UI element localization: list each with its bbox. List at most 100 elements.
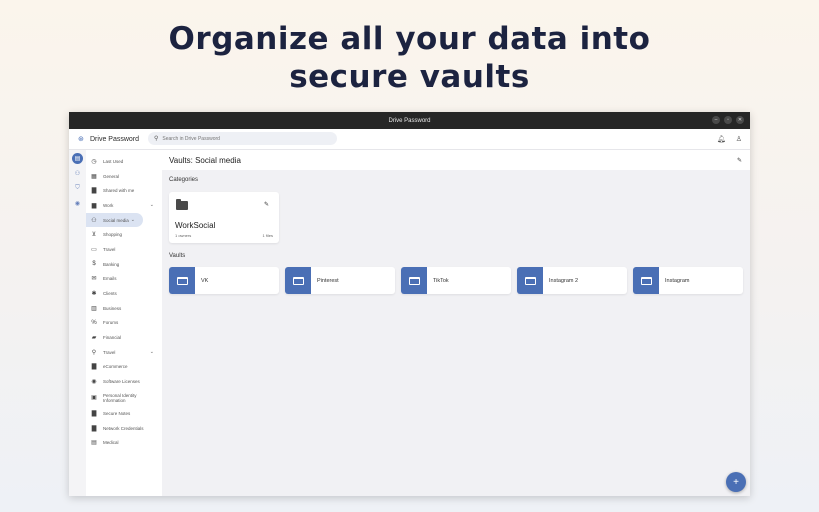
sidebar-item-personal-identity-information[interactable]: ▣ Personal Identity Information — [86, 389, 162, 406]
app-logo-icon: ⊛ — [78, 135, 84, 143]
vault-name: Pinterest — [317, 277, 339, 284]
vault-name: Instagram 2 — [549, 277, 579, 284]
window-title: Drive Password — [388, 117, 431, 124]
vault-icon — [285, 267, 311, 294]
sidebar-item-label: Business — [103, 305, 122, 311]
sidebar-item-label: Travel — [103, 246, 116, 252]
sidebar-item-label: Social media — [103, 217, 129, 223]
sidebar-item-shared-with-me[interactable]: ▇ Shared with me — [86, 183, 162, 198]
vault-icon — [401, 267, 427, 294]
chevron-down-icon[interactable]: ⌄ — [150, 202, 154, 208]
rail-shield-icon[interactable]: ⛉ — [72, 183, 83, 194]
vault-card[interactable]: VK — [169, 267, 279, 294]
sidebar-item-medical[interactable]: ▤ Medical — [86, 435, 162, 450]
chevron-down-icon[interactable]: ⌄ — [150, 349, 154, 355]
vault-name: Instagram — [665, 277, 690, 284]
main-content: Vaults: Social media ✎ Categories ✎ Work… — [162, 150, 750, 496]
sidebar-item-label: Software Licenses — [103, 379, 140, 385]
account-icon[interactable]: ♙ — [736, 135, 742, 143]
sidebar-item-network-credentials[interactable]: ▇ Network Credentials — [86, 421, 162, 436]
category-name: WorkSocial — [175, 221, 216, 230]
vault-card[interactable]: Pinterest — [285, 267, 395, 294]
sidebar-item-travel[interactable]: ⚲ Travel ⌄ — [86, 345, 162, 360]
lock-icon: ▰ — [91, 335, 97, 342]
sidebar-item-label: Medical — [103, 440, 119, 446]
email-icon: ✉ — [91, 276, 97, 283]
sidebar-item-ecommerce[interactable]: ▇ eCommerce — [86, 360, 162, 375]
sidebar-item-emails[interactable]: ✉ Emails — [86, 272, 162, 287]
app-name: Drive Password — [90, 135, 140, 143]
folder-icon: ▇ — [91, 410, 97, 417]
sidebar-item-banking[interactable]: $ Banking — [86, 257, 162, 272]
search-input[interactable] — [162, 135, 323, 142]
chevron-down-icon[interactable]: ⌄ — [131, 217, 135, 223]
folder-icon: ▇ — [91, 425, 97, 432]
car-icon: ▭ — [91, 246, 97, 253]
percent-icon: % — [91, 319, 97, 326]
people-icon: ⚇ — [91, 217, 97, 224]
vault-card[interactable]: Instagram — [633, 267, 743, 294]
cart-icon: ⊻ — [91, 232, 97, 239]
bell-icon[interactable]: 🔔︎ — [717, 135, 726, 143]
sidebar-item-label: Financial — [103, 335, 122, 341]
headline-line-2: secure vaults — [289, 59, 530, 95]
close-button[interactable]: ✕ — [736, 116, 744, 124]
appbar-actions: 🔔︎ ♙ — [717, 135, 742, 143]
headline-line-1: Organize all your data into — [168, 21, 651, 57]
folder-icon: ▇ — [91, 364, 97, 371]
folder-icon — [176, 199, 188, 210]
sidebar-item-business[interactable]: ▥ Business — [86, 301, 162, 316]
briefcase-icon: ▆ — [91, 202, 97, 209]
sidebar-item-financial[interactable]: ▰ Financial — [86, 330, 162, 345]
shared-folder-icon: ▇ — [91, 188, 97, 195]
sidebar-item-label: Emails — [103, 276, 117, 282]
vault-icon — [633, 267, 659, 294]
vault-card[interactable]: TikTok — [401, 267, 511, 294]
sidebar-item-label: Shared with me — [103, 188, 135, 194]
window-titlebar: Drive Password – ▫ ✕ — [69, 112, 750, 129]
vault-card[interactable]: Instagram 2 — [517, 267, 627, 294]
sidebar-item-label: Personal Identity Information — [103, 392, 137, 403]
maximize-button[interactable]: ▫ — [724, 116, 732, 124]
category-card[interactable]: ✎ WorkSocial 1 owners 1 files — [169, 192, 279, 243]
search-bar[interactable]: ⚲ — [148, 132, 337, 145]
id-card-icon: ▣ — [91, 395, 97, 401]
app-bar: ⊛ Drive Password ⚲ 🔔︎ ♙ — [69, 129, 750, 150]
sidebar-item-general[interactable]: ▦ General — [86, 169, 162, 184]
headline: Organize all your data into secure vault… — [0, 20, 819, 96]
category-edit-icon[interactable]: ✎ — [264, 201, 269, 208]
dollar-icon: $ — [92, 261, 96, 268]
vault-list: VK Pinterest TikTok Instagram 2 Instagra… — [169, 267, 743, 294]
sidebar-item-social-media[interactable]: ⚇ Social media ⌄ — [86, 212, 143, 228]
sidebar-item-travel[interactable]: ▭ Travel — [86, 242, 162, 257]
sidebar-item-label: Travel — [103, 349, 116, 355]
rail-people-icon[interactable]: ⚇ — [72, 168, 83, 179]
search-icon: ⚲ — [154, 136, 159, 142]
category-owners: 1 owners — [175, 233, 192, 238]
sidebar-item-clients[interactable]: ✱ Clients — [86, 286, 162, 301]
edit-icon[interactable]: ✎ — [737, 157, 742, 164]
sidebar-item-label: Last Used — [103, 158, 124, 164]
puzzle-icon: ✱ — [91, 291, 97, 298]
building-icon: ▥ — [91, 305, 97, 312]
disc-icon: ◉ — [91, 379, 97, 386]
sidebar-item-label: Secure Notes — [103, 410, 131, 416]
sidebar-item-label: Shopping — [103, 232, 123, 238]
clock-icon: ◷ — [91, 158, 97, 165]
rail-eye-icon[interactable]: ◉ — [72, 198, 83, 209]
sidebar-item-work[interactable]: ▆ Work ⌄ — [86, 198, 162, 213]
sidebar-item-shopping[interactable]: ⊻ Shopping — [86, 227, 162, 242]
vault-name: VK — [201, 277, 209, 284]
minimize-button[interactable]: – — [712, 116, 720, 124]
vault-name: TikTok — [433, 277, 449, 284]
sidebar-item-secure-notes[interactable]: ▇ Secure Notes — [86, 406, 162, 421]
rail-vaults-icon[interactable]: ▤ — [72, 153, 83, 164]
app-window: Drive Password – ▫ ✕ ⊛ Drive Password ⚲ … — [69, 112, 750, 496]
categories-label: Categories — [169, 177, 199, 183]
sidebar-item-software-licenses[interactable]: ◉ Software Licenses — [86, 374, 162, 389]
vault-icon — [517, 267, 543, 294]
add-button[interactable]: + — [726, 472, 746, 492]
sidebar-item-forums[interactable]: % Forums — [86, 316, 162, 331]
sidebar-item-label: Forums — [103, 320, 119, 326]
sidebar-item-last-used[interactable]: ◷ Last Used — [86, 154, 162, 169]
